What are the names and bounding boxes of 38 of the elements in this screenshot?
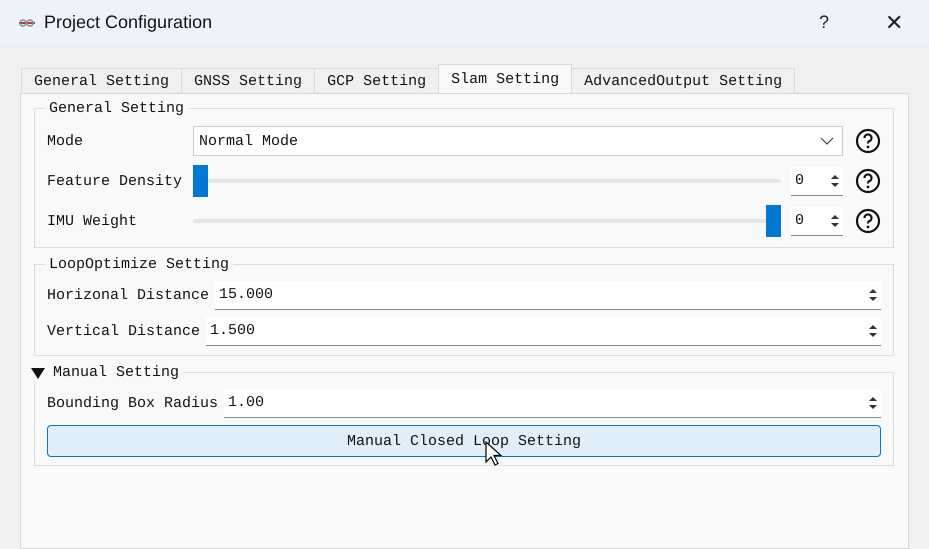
help-icon[interactable] xyxy=(855,208,881,234)
help-button[interactable]: ? xyxy=(789,0,859,45)
help-icon[interactable] xyxy=(855,168,881,194)
group-title: LoopOptimize Setting xyxy=(48,256,230,273)
field-label: Feature Density xyxy=(47,172,184,190)
help-icon[interactable] xyxy=(855,128,881,154)
mode-dropdown[interactable]: Normal Mode xyxy=(193,126,843,156)
number-field[interactable]: 1.500 xyxy=(206,316,881,346)
slider[interactable] xyxy=(193,165,781,197)
close-button[interactable]: ✕ xyxy=(859,0,929,45)
field-label: Horizonal Distance xyxy=(47,286,210,304)
spin-arrows-icon xyxy=(867,286,879,302)
slider-handle[interactable] xyxy=(766,205,781,237)
spin-arrows-icon xyxy=(829,172,841,188)
group-title: General Setting xyxy=(48,100,186,117)
chevron-down-icon xyxy=(820,137,834,145)
field-label: Vertical Distance xyxy=(47,322,200,340)
field-label: Bounding Box Radius xyxy=(47,394,218,412)
triangle-down-icon xyxy=(31,366,45,378)
number-field[interactable]: 15.000 xyxy=(215,280,881,310)
spin-box[interactable]: 0 xyxy=(791,166,843,196)
window-title: Project Configuration xyxy=(44,12,212,33)
manual-closed-loop-button[interactable]: Manual Closed Loop Setting xyxy=(47,425,881,457)
field-label: IMU Weight xyxy=(47,212,138,230)
tab[interactable]: AdvancedOutput Setting xyxy=(571,68,796,93)
field-label: Mode xyxy=(47,132,84,150)
group-title: Manual Setting xyxy=(53,364,180,381)
spin-arrows-icon xyxy=(829,212,841,228)
slider[interactable] xyxy=(193,205,781,237)
collapse-toggle[interactable] xyxy=(31,366,45,378)
slider-handle[interactable] xyxy=(193,165,208,197)
spin-box[interactable]: 0 xyxy=(791,206,843,236)
spin-arrows-icon xyxy=(867,394,879,410)
spin-arrows-icon xyxy=(867,322,879,338)
tab[interactable]: Slam Setting xyxy=(438,64,572,93)
app-logo-icon xyxy=(18,16,36,28)
tab[interactable]: General Setting xyxy=(21,68,182,93)
number-field[interactable]: 1.00 xyxy=(224,388,881,418)
